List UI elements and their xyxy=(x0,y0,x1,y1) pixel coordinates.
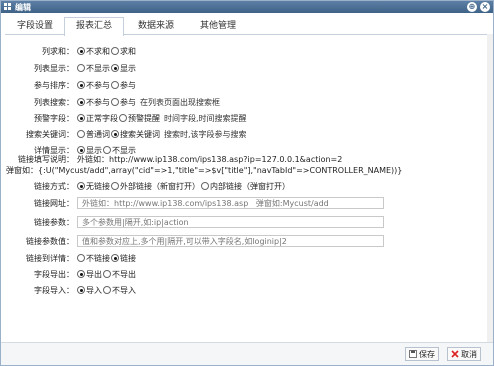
sum-label: 列求和： xyxy=(42,46,74,56)
link-detail-no-radio[interactable] xyxy=(77,254,85,262)
search-label: 列表搜索： xyxy=(34,97,74,107)
import-label: 字段导入： xyxy=(34,285,74,295)
display-show-radio[interactable] xyxy=(111,64,119,72)
preset-warn-radio[interactable] xyxy=(119,114,127,122)
edit-dialog: 编辑 ⊕ × 字段设置 报表汇总 数据来源 其他管理 列求和： 不求和 求和 列… xyxy=(0,0,494,366)
link-none-text: 无链接 xyxy=(86,181,110,191)
keyword-label: 搜索关键词： xyxy=(26,129,74,139)
export-yes-text: 导出 xyxy=(86,269,102,279)
cancel-button[interactable]: 取消 xyxy=(447,347,481,361)
link-params-label: 链接参数： xyxy=(34,217,74,227)
export-yes-radio[interactable] xyxy=(77,270,85,278)
sum-yes-text: 求和 xyxy=(120,46,136,56)
tab-bar: 字段设置 报表汇总 数据来源 其他管理 xyxy=(5,14,489,36)
keyword-row: 搜索关键词： 普通词 搜索关键词 搜索时,该字段参与搜索 xyxy=(1,127,493,141)
search-yes-text: 参与 xyxy=(120,97,136,107)
sort-no-text: 不参与 xyxy=(86,80,110,90)
import-yes-radio[interactable] xyxy=(77,286,85,294)
tab-field-settings[interactable]: 字段设置 xyxy=(7,17,63,35)
search-yes-radio[interactable] xyxy=(111,98,119,106)
link-desc-line2: 弹窗如：{:U("Mycust/add",array("cid"=>1,"tit… xyxy=(6,166,403,175)
preset-normal-radio[interactable] xyxy=(77,114,85,122)
link-values-label: 链接参数值： xyxy=(26,236,74,246)
cancel-icon xyxy=(451,350,459,358)
link-mode-label: 链接方式： xyxy=(34,181,74,191)
sort-yes-text: 参与 xyxy=(120,80,136,90)
preset-row: 预警字段： 正常字段 预警提醒 时间字段,时间搜索提醒 xyxy=(1,111,493,125)
keyword-normal-radio[interactable] xyxy=(77,130,85,138)
keyword-search-text: 搜索关键词 xyxy=(120,129,160,139)
import-yes-text: 导入 xyxy=(86,285,102,295)
dialog-title: 编辑 xyxy=(15,2,31,12)
tab-report-summary[interactable]: 报表汇总 xyxy=(64,17,124,36)
search-row: 列表搜索： 不参与 参与 在列表页面出现搜索框 xyxy=(1,95,493,109)
cancel-label: 取消 xyxy=(461,349,477,359)
export-no-text: 不导出 xyxy=(112,269,136,279)
link-params-row: 链接参数： xyxy=(1,215,493,229)
preset-label: 预警字段： xyxy=(34,113,74,123)
save-button[interactable]: 保存 xyxy=(405,347,439,361)
save-icon xyxy=(409,350,417,358)
export-label: 字段导出： xyxy=(34,269,74,279)
detail-hide-radio[interactable] xyxy=(103,146,111,154)
vertical-scrollbar[interactable] xyxy=(487,34,493,342)
link-internal-radio[interactable] xyxy=(201,182,209,190)
keyword-hint: 搜索时,该字段参与搜索 xyxy=(164,129,247,139)
link-detail-row: 链接到详情： 不链接 链接 xyxy=(1,251,493,265)
tab-data-source[interactable]: 数据来源 xyxy=(126,17,186,35)
link-detail-yes-radio[interactable] xyxy=(111,254,119,262)
export-no-radio[interactable] xyxy=(103,270,111,278)
dialog-titlebar[interactable]: 编辑 ⊕ × xyxy=(1,1,493,13)
display-hide-text: 不显示 xyxy=(86,63,110,73)
sum-no-radio[interactable] xyxy=(77,47,85,55)
grid-icon xyxy=(4,3,12,11)
link-external-radio[interactable] xyxy=(111,182,119,190)
link-url-row: 链接网址： xyxy=(1,196,493,210)
search-no-text: 不参与 xyxy=(86,97,110,107)
link-detail-yes-text: 链接 xyxy=(120,253,136,263)
link-values-input[interactable] xyxy=(77,235,384,247)
link-desc-label: 链接填写说明： xyxy=(18,155,74,164)
preset-warn-text: 预警提醒 xyxy=(128,113,160,123)
display-show-text: 显示 xyxy=(120,63,136,73)
sort-no-radio[interactable] xyxy=(77,81,85,89)
link-external-text: 外部链接（新窗打开） xyxy=(120,181,200,191)
link-mode-row: 链接方式： 无链接 外部链接（新窗打开） 内部链接（弹窗打开） xyxy=(1,179,493,193)
keyword-normal-text: 普通词 xyxy=(86,129,110,139)
pin-button[interactable]: ⊕ xyxy=(467,2,477,12)
close-button[interactable]: × xyxy=(480,2,490,12)
sum-yes-radio[interactable] xyxy=(111,47,119,55)
display-hide-radio[interactable] xyxy=(77,64,85,72)
link-internal-text: 内部链接（弹窗打开） xyxy=(210,181,290,191)
sort-row: 参与排序： 不参与 参与 xyxy=(1,78,493,92)
link-values-row: 链接参数值： xyxy=(1,234,493,248)
detail-show-radio[interactable] xyxy=(77,146,85,154)
dialog-footer: 保存 取消 xyxy=(1,342,493,365)
tab-other-management[interactable]: 其他管理 xyxy=(188,17,248,35)
import-row: 字段导入： 导入 不导入 xyxy=(1,283,493,297)
sort-label: 参与排序： xyxy=(34,80,74,90)
preset-hint: 时间字段,时间搜索提醒 xyxy=(164,113,247,123)
link-none-radio[interactable] xyxy=(77,182,85,190)
display-label: 列表显示： xyxy=(34,63,74,73)
sort-yes-radio[interactable] xyxy=(111,81,119,89)
import-no-radio[interactable] xyxy=(103,286,111,294)
link-url-label: 链接网址： xyxy=(34,198,74,208)
save-label: 保存 xyxy=(419,349,435,359)
preset-normal-text: 正常字段 xyxy=(86,113,118,123)
import-no-text: 不导入 xyxy=(112,285,136,295)
search-hint: 在列表页面出现搜索框 xyxy=(140,97,220,107)
link-desc-line1: 外链如：http://www.ip138.com/ips138.asp?ip=1… xyxy=(77,155,343,164)
link-detail-label: 链接到详情： xyxy=(26,253,74,263)
display-row: 列表显示： 不显示 显示 xyxy=(1,61,493,75)
sum-row: 列求和： 不求和 求和 xyxy=(1,44,493,58)
link-params-input[interactable] xyxy=(77,216,384,228)
link-url-input[interactable] xyxy=(77,197,384,209)
keyword-search-radio[interactable] xyxy=(111,130,119,138)
export-row: 字段导出： 导出 不导出 xyxy=(1,267,493,281)
link-detail-no-text: 不链接 xyxy=(86,253,110,263)
search-no-radio[interactable] xyxy=(77,98,85,106)
link-desc-row: 链接填写说明： 外链如：http://www.ip138.com/ips138.… xyxy=(1,154,493,176)
sum-no-text: 不求和 xyxy=(86,46,110,56)
